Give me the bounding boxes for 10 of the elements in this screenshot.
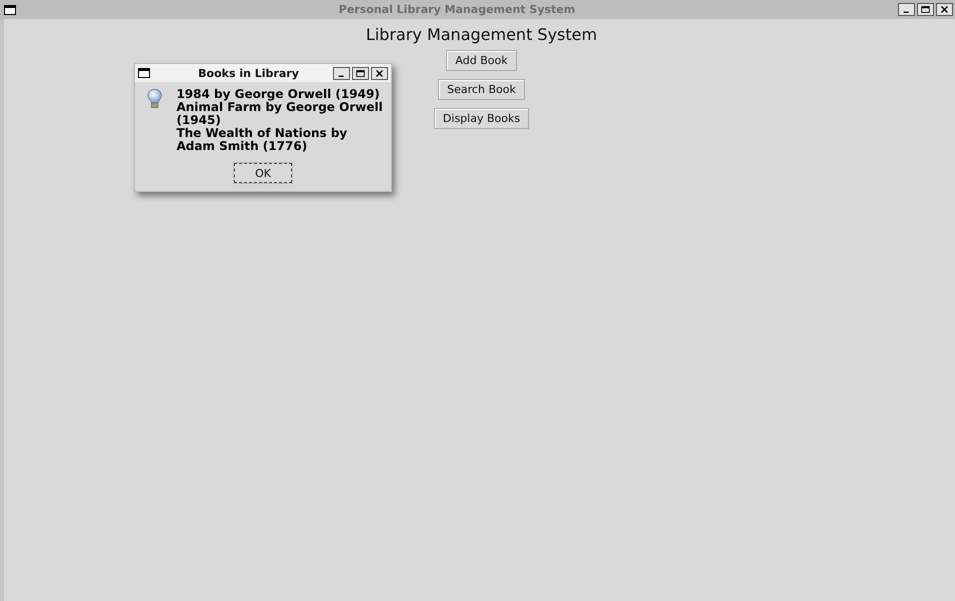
action-button[interactable]: Search Book [438, 79, 525, 100]
dialog-title: Books in Library [197, 66, 300, 80]
book-entry: Animal Farm by George Orwell (1945) [176, 101, 383, 127]
page-heading: Library Management System [366, 25, 598, 44]
book-entry: The Wealth of Nations by Adam Smith (1776) [176, 127, 348, 153]
book-entry: 1984 by George Orwell (1949) [176, 88, 380, 101]
action-button[interactable]: Display Books [434, 108, 530, 129]
action-button[interactable]: Add Book [446, 50, 517, 71]
window-title: Personal Library Management System [338, 3, 576, 16]
ok-button[interactable]: OK [234, 163, 292, 183]
